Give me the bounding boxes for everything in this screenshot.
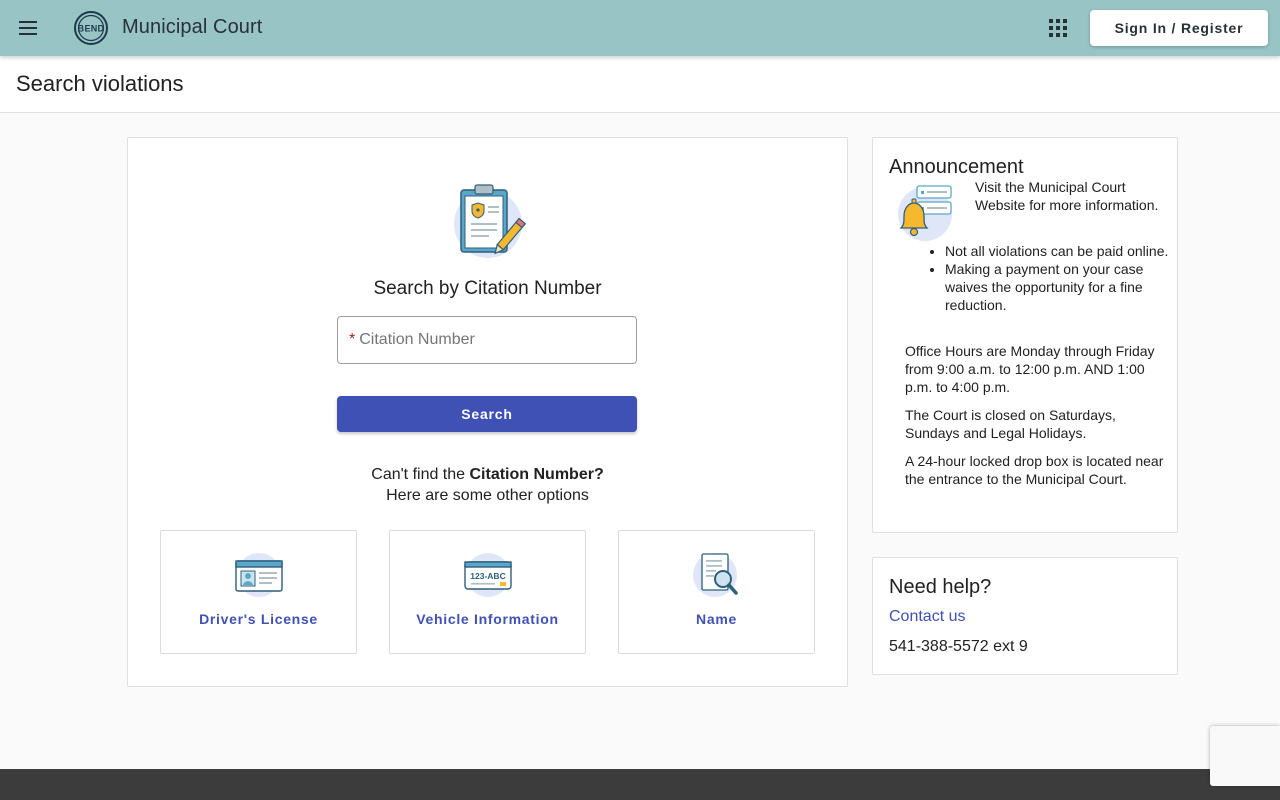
city-seal-logo[interactable]: BEND <box>74 11 108 45</box>
apps-grid-icon <box>1049 19 1067 37</box>
top-app-bar: BEND Municipal Court Sign In / Register <box>0 0 1280 56</box>
court-closed-text: The Court is closed on Saturdays, Sunday… <box>905 407 1116 441</box>
option-label: Driver's License <box>199 611 318 627</box>
other-options-text: Can't find the Citation Number? Here are… <box>371 466 604 504</box>
clipboard-pencil-icon <box>454 184 526 258</box>
page-footer <box>0 769 1280 800</box>
page-header: Search violations <box>0 56 1280 113</box>
name-option[interactable]: Name <box>618 530 815 654</box>
announcement-card: Announcement Visit the Municipal Court W… <box>872 137 1178 533</box>
app-title: Municipal Court <box>122 16 263 38</box>
citation-number-emphasis: Citation Number? <box>469 466 604 483</box>
announcement-visit-text: Visit the Municipal Court Website for mo… <box>975 179 1159 213</box>
document-search-icon <box>693 553 738 597</box>
option-label: Name <box>696 611 737 627</box>
menu-button[interactable] <box>10 10 46 46</box>
announcement-title: Announcement <box>889 156 1024 178</box>
list-item: Making a payment on your case waives the… <box>945 260 1169 314</box>
office-hours-text: Office Hours are Monday through Friday f… <box>905 343 1155 395</box>
license-plate-icon: 123-ABC <box>464 553 512 597</box>
search-button[interactable]: Search <box>337 396 637 432</box>
page-title: Search violations <box>16 71 184 96</box>
help-phone-number: 541-388-5572 ext 9 <box>889 638 1028 655</box>
recaptcha-badge[interactable] <box>1210 726 1280 786</box>
citation-search-card: Search by Citation Number * Search Can't… <box>127 137 848 687</box>
contact-us-link[interactable]: Contact us <box>889 608 965 626</box>
id-card-icon <box>235 553 283 597</box>
svg-text:BEND: BEND <box>78 24 105 34</box>
search-heading: Search by Citation Number <box>373 278 602 299</box>
svg-text:123-ABC: 123-ABC <box>470 571 505 581</box>
citation-number-input[interactable] <box>359 331 620 349</box>
required-marker: * <box>349 331 356 348</box>
vehicle-information-option[interactable]: 123-ABC Vehicle Information <box>389 530 586 654</box>
announcement-list: Not all violations can be paid online. M… <box>945 242 1169 314</box>
option-label: Vehicle Information <box>416 611 559 627</box>
hamburger-menu-icon <box>19 21 37 35</box>
drop-box-text: A 24-hour locked drop box is located nea… <box>905 453 1164 487</box>
list-item: Not all violations can be paid online. <box>945 242 1169 260</box>
drivers-license-option[interactable]: Driver's License <box>160 530 357 654</box>
sign-in-register-button[interactable]: Sign In / Register <box>1090 10 1268 46</box>
need-help-card: Need help? Contact us 541-388-5572 ext 9 <box>872 557 1178 675</box>
apps-button[interactable] <box>1044 14 1072 42</box>
bell-notification-icon <box>898 185 952 241</box>
help-title: Need help? <box>889 576 992 598</box>
citation-number-field[interactable]: * <box>337 316 637 364</box>
